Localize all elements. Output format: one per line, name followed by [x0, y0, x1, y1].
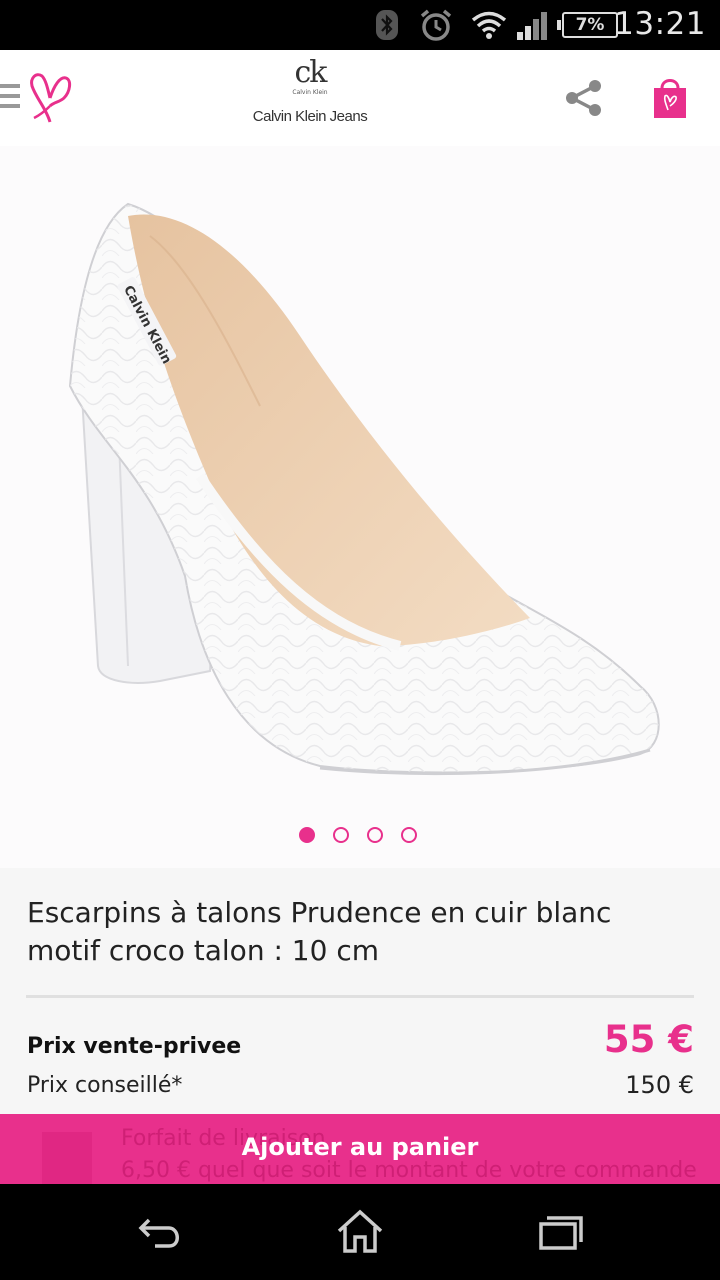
msrp-label: Prix conseillé* — [27, 1073, 183, 1098]
menu-icon[interactable] — [0, 84, 20, 114]
brand-mark: ck — [294, 55, 328, 90]
app-header: ck Calvin Klein Calvin Klein Jeans — [0, 50, 720, 146]
alarm-icon — [418, 8, 454, 42]
sale-price-value: 55 € — [603, 1018, 694, 1061]
pager-dot-3[interactable] — [367, 827, 383, 843]
add-to-cart-button[interactable]: Forfait de livraison 6,50 € quel que soi… — [0, 1114, 720, 1184]
brand-mark-sub: Calvin Klein — [292, 89, 328, 96]
signal-icon — [516, 8, 550, 42]
add-to-cart-label: Ajouter au panier — [241, 1133, 479, 1161]
clock: 13:21 — [614, 6, 706, 42]
product-info: Escarpins à talons Prudence en cuir blan… — [0, 868, 720, 1115]
pager-dot-4[interactable] — [401, 827, 417, 843]
battery-icon: 7% — [557, 12, 618, 38]
pager-dot-2[interactable] — [333, 827, 349, 843]
divider — [26, 995, 694, 998]
status-bar: 7% 13:21 — [0, 0, 720, 50]
shoe-image: Calvin Klein — [68, 202, 660, 776]
butterfly-logo-icon[interactable] — [28, 68, 74, 126]
product-image[interactable]: Calvin Klein — [0, 146, 720, 868]
shopping-bag-icon[interactable] — [650, 76, 690, 120]
wifi-icon — [470, 8, 508, 42]
pager-dot-1[interactable] — [299, 827, 315, 843]
back-icon[interactable] — [132, 1206, 188, 1258]
msrp-value: 150 € — [625, 1071, 694, 1099]
home-icon[interactable] — [332, 1206, 388, 1258]
recent-apps-icon[interactable] — [532, 1206, 588, 1258]
shipping-text: 6,50 € quel que soit le montant de votre… — [121, 1158, 697, 1183]
brand-name: Calvin Klein Jeans — [252, 108, 368, 125]
product-title: Escarpins à talons Prudence en cuir blan… — [27, 896, 612, 967]
bluetooth-icon — [374, 8, 400, 42]
brand-logo: ck Calvin Klein Calvin Klein Jeans — [240, 55, 380, 126]
image-pager — [0, 825, 720, 845]
sale-price-label: Prix vente-privee — [27, 1034, 242, 1059]
share-icon[interactable] — [562, 76, 606, 120]
navigation-bar — [0, 1184, 720, 1280]
